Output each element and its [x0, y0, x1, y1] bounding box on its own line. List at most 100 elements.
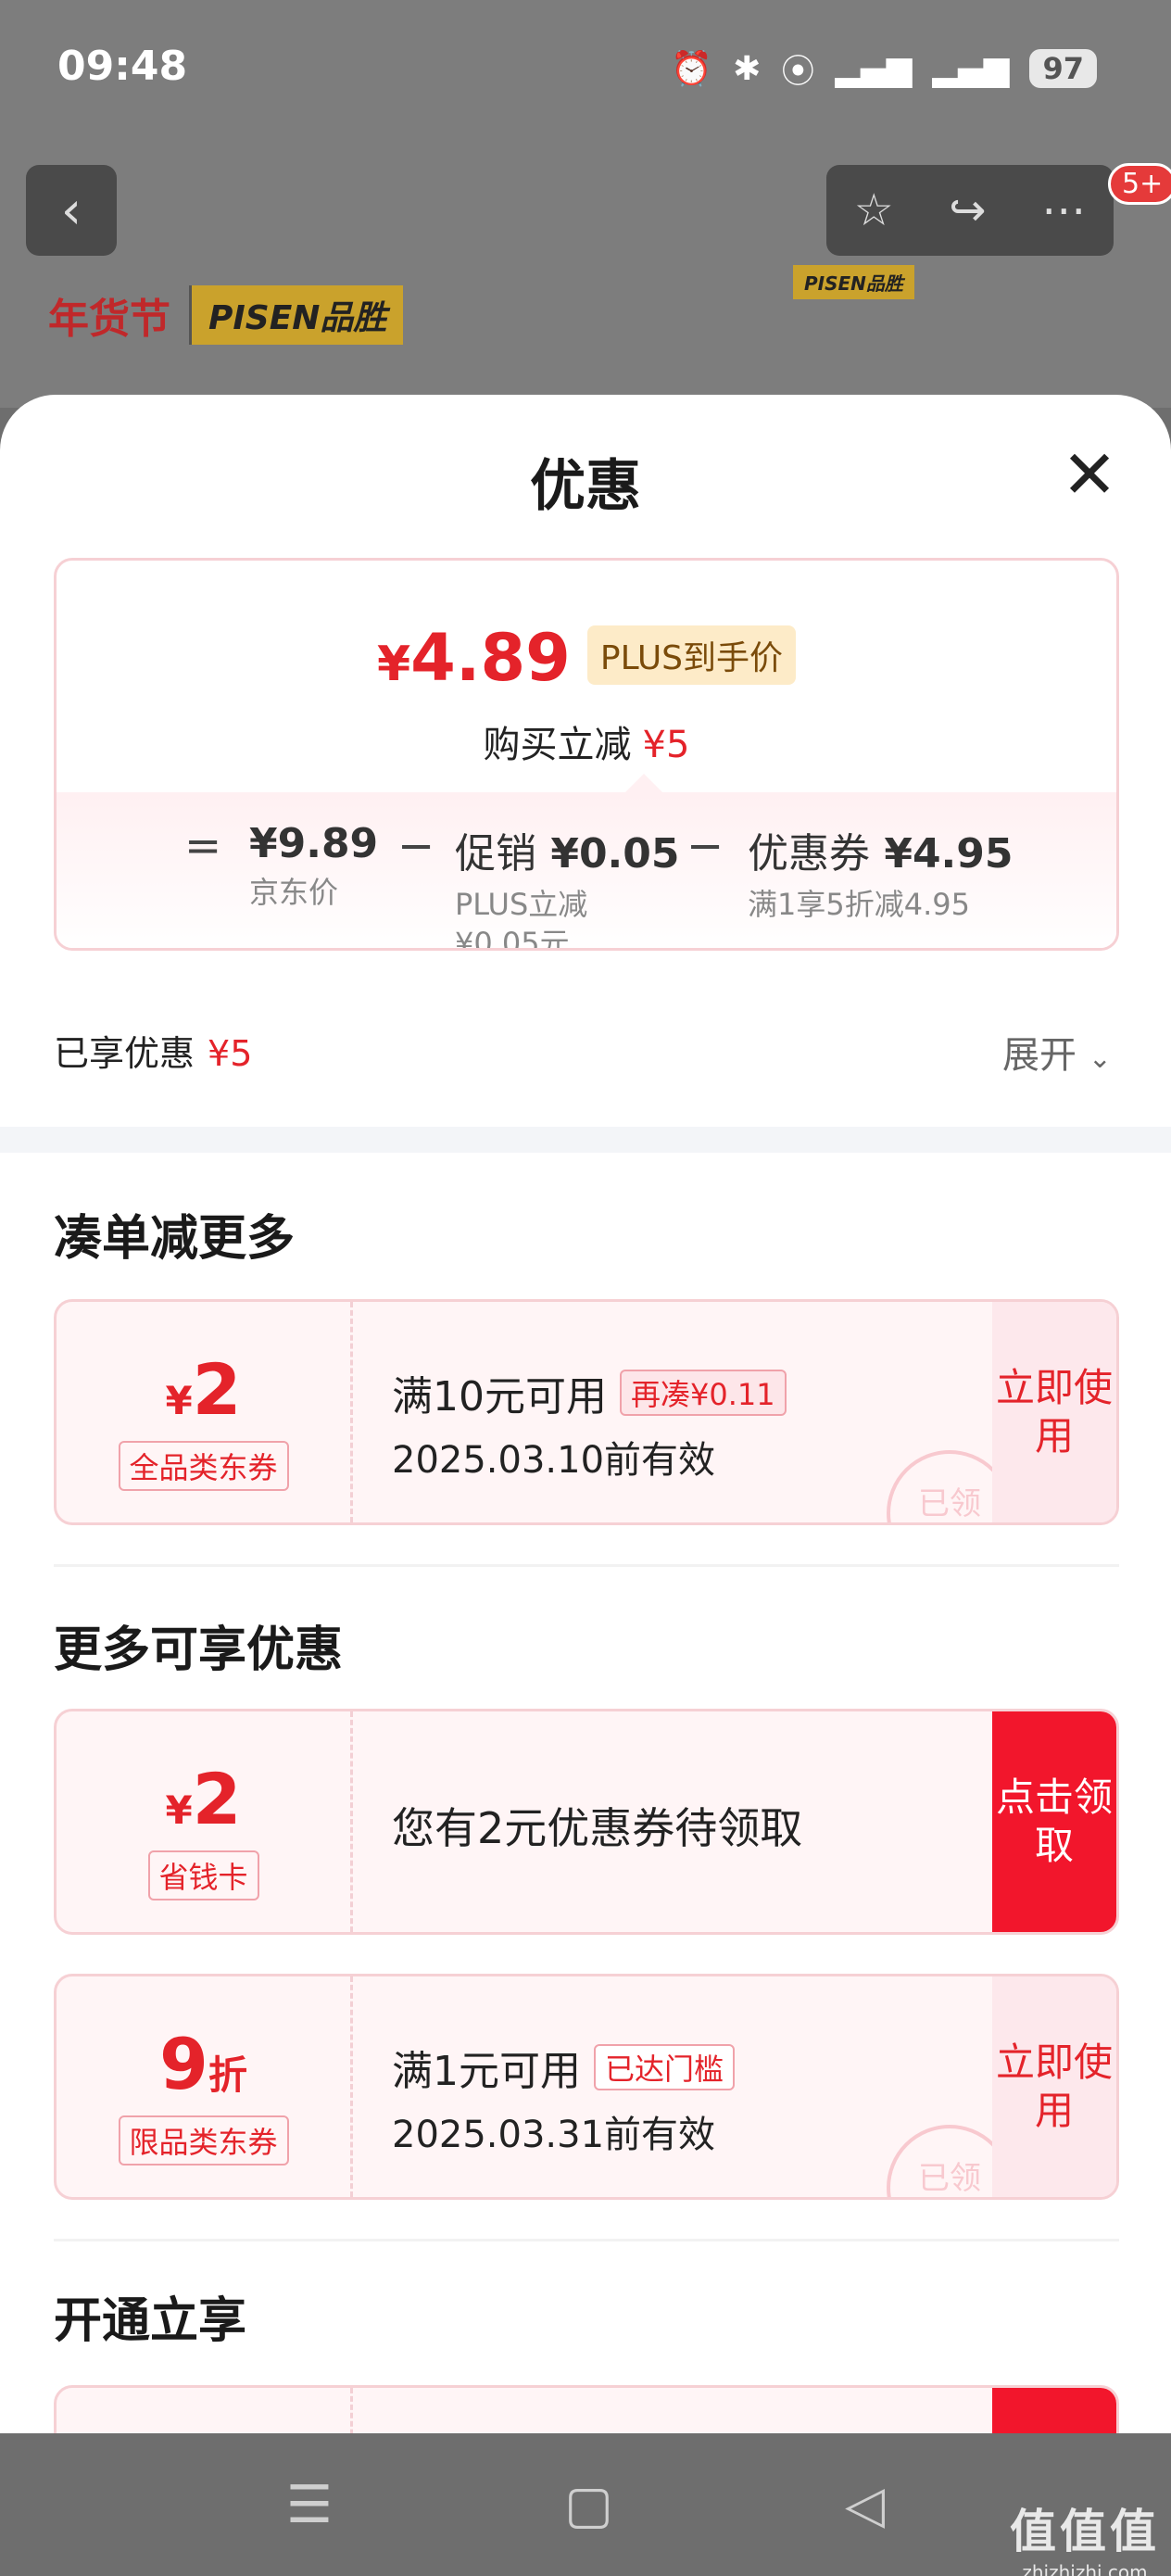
share-icon[interactable]: ↪ [949, 184, 986, 236]
coupon-currency: ¥ [165, 1787, 193, 1833]
promo-value: ¥0.05 [550, 830, 680, 878]
price-summary-card: ¥4.89 PLUS到手价 购买立减 ¥5 = ¥9.89 京东价 − 促销 ¥0… [54, 558, 1119, 951]
coupon-value-panel: ¥2 全品类东券 [57, 1302, 353, 1522]
instant-discount-label: 购买立减 [483, 724, 632, 766]
coupon-value-panel: ¥2 省钱卡 [57, 1711, 353, 1932]
minus-sign: − [686, 820, 724, 872]
coupon-condition: 满1元可用 [392, 2048, 581, 2095]
brand-year-label: 年货节 [48, 296, 170, 343]
section-title-combine: 凑单减更多 [54, 1211, 296, 1267]
promo-sub-label: PLUS立减 [455, 887, 588, 922]
jd-price-label: 京东价 [249, 875, 339, 910]
star-icon[interactable]: ☆ [854, 184, 894, 236]
watermark-logo: 值值值 [1010, 2505, 1160, 2558]
close-icon: ✕ [1061, 436, 1118, 513]
currency-symbol: ¥ [376, 637, 411, 692]
divider-line [54, 1564, 1119, 1567]
coupon-value: ¥4.95 [884, 830, 1014, 878]
status-icons: ⏰ ✱ ⦿ ▂▄▆ ▂▄▆ 97 [671, 44, 1097, 93]
promo-sub-value: ¥0.05元 [455, 926, 570, 951]
coupon-condition: 满10元可用 [392, 1373, 607, 1421]
battery-indicator: 97 [1029, 49, 1097, 88]
coupon-label: 优惠券 [748, 830, 870, 878]
more-icon[interactable]: ⋯ [1041, 184, 1086, 236]
minus-sign: − [397, 820, 435, 872]
coupon-status-tag: 已达门槛 [594, 2044, 736, 2090]
enjoyed-value: ¥5 [208, 1033, 253, 1074]
signal-5g-icon: ▂▄▆ [835, 49, 913, 88]
coupon-type-tag: 全品类东券 [118, 1441, 289, 1491]
coupon-value-panel: 9折 限品类东券 [57, 1976, 353, 2197]
coupon-amount-value: 2 [192, 1758, 242, 1840]
back-triangle-icon[interactable]: ◁ [845, 2475, 885, 2535]
instant-discount-value: ¥5 [642, 724, 690, 766]
final-price: ¥4.89 [377, 620, 571, 696]
coupon-description: 您有2元优惠券待领取 [392, 1803, 803, 1853]
status-bar: 09:48 ⏰ ✱ ⦿ ▂▄▆ ▂▄▆ 97 [0, 0, 1171, 139]
promo-item: 促销 ¥0.05 PLUS立减 ¥0.05元 [455, 820, 680, 951]
alarm-icon: ⏰ [671, 50, 713, 88]
header-actions: ☆ ↪ ⋯ [826, 165, 1114, 256]
coupon-expiry: 2025.03.10前有效 [392, 1439, 716, 1482]
expand-button[interactable]: 展开 ⌄ [1002, 1025, 1112, 1079]
message-badge[interactable]: 5+ [1108, 163, 1171, 205]
watermark-url: zhizhizhi.com [1022, 2561, 1148, 2576]
brand-logo: PISEN品胜 [189, 285, 404, 345]
home-square-icon[interactable]: ▢ [564, 2475, 613, 2535]
coupon-amount: 9折 [57, 2023, 350, 2105]
coupon-details: 满1元可用 已达门槛 2025.03.31前有效 [392, 2038, 736, 2158]
price-breakdown: = ¥9.89 京东价 − 促销 ¥0.05 PLUS立减 ¥0.05元 − 优惠… [57, 792, 1116, 951]
claim-button[interactable]: 点击领取 [992, 1711, 1116, 1932]
bluetooth-icon: ✱ [733, 49, 762, 88]
status-time: 09:48 [57, 43, 188, 90]
back-button[interactable]: ‹ [26, 165, 117, 256]
use-now-button[interactable]: 立即使用 [992, 1976, 1116, 2197]
coupon-amount-value: 2 [192, 1348, 242, 1431]
final-price-line: ¥4.89 PLUS到手价 [57, 620, 1116, 696]
chevron-left-icon: ‹ [60, 180, 82, 241]
brand-banner: 年货节 PISEN品胜 [48, 285, 404, 345]
coupon-details: 满10元可用 再凑¥0.11 2025.03.10前有效 [392, 1363, 787, 1484]
coupon-amount: ¥2 [57, 1348, 350, 1431]
expand-label: 展开 [1002, 1034, 1077, 1077]
enjoyed-label: 已享优惠 [54, 1033, 195, 1074]
coupon-status-tag: 再凑¥0.11 [620, 1370, 787, 1416]
chevron-down-icon: ⌄ [1088, 1042, 1112, 1075]
jd-price-item: ¥9.89 京东价 [249, 820, 378, 912]
coupon-sub-label: 满1享5折减4.95 [748, 887, 970, 922]
signal-5g-icon: ▂▄▆ [932, 49, 1010, 88]
sheet-title: 优惠 [530, 454, 641, 519]
close-button[interactable]: ✕ [1060, 441, 1119, 508]
discount-sheet: 优惠 ✕ ¥4.89 PLUS到手价 购买立减 ¥5 = ¥9.89 京东价 − … [0, 395, 1171, 2433]
instant-discount-line: 购买立减 ¥5 [57, 714, 1116, 768]
use-now-button[interactable]: 立即使用 [992, 1302, 1116, 1522]
enjoyed-discount: 已享优惠 ¥5 [54, 1025, 252, 1076]
section-title-open: 开通立享 [54, 2293, 247, 2349]
coupon-amount-value: 9 [159, 2023, 208, 2105]
promo-label: 促销 [455, 830, 536, 878]
pointer-arrow [625, 774, 662, 792]
price-summary-top: ¥4.89 PLUS到手价 购买立减 ¥5 [57, 561, 1116, 792]
open-membership-button[interactable] [992, 2388, 1116, 2433]
coupon-unit: 折 [208, 2052, 247, 2098]
system-nav-bar: ☰ ▢ ◁ [0, 2433, 1171, 2576]
coupon-type-tag: 省钱卡 [147, 1850, 259, 1900]
section-divider [0, 1127, 1171, 1153]
divider-line [54, 2239, 1119, 2241]
coupon-card-combine: ¥2 全品类东券 满10元可用 再凑¥0.11 2025.03.10前有效 已领 … [54, 1299, 1119, 1525]
plus-price-tag: PLUS到手价 [586, 625, 797, 685]
coupon-card-savings: ¥2 省钱卡 您有2元优惠券待领取 点击领取 [54, 1709, 1119, 1935]
equals-sign: = [184, 820, 222, 872]
coupon-card-discount: 9折 限品类东券 满1元可用 已达门槛 2025.03.31前有效 已领 立即使用 [54, 1974, 1119, 2200]
menu-icon[interactable]: ☰ [286, 2475, 333, 2535]
coupon-currency: ¥ [165, 1378, 193, 1423]
coupon-item: 优惠券 ¥4.95 满1享5折减4.95 [748, 820, 1014, 924]
watermark: 值值值 zhizhizhi.com [1010, 2494, 1160, 2576]
coupon-card-membership [54, 2385, 1119, 2433]
location-icon: ⦿ [781, 53, 815, 91]
final-price-amount: 4.89 [410, 620, 571, 696]
brand-logo-small: PISEN品胜 [793, 265, 914, 299]
coupon-value-panel [57, 2388, 353, 2433]
coupon-amount: ¥2 [57, 1758, 350, 1840]
jd-price-value: ¥9.89 [249, 820, 379, 867]
